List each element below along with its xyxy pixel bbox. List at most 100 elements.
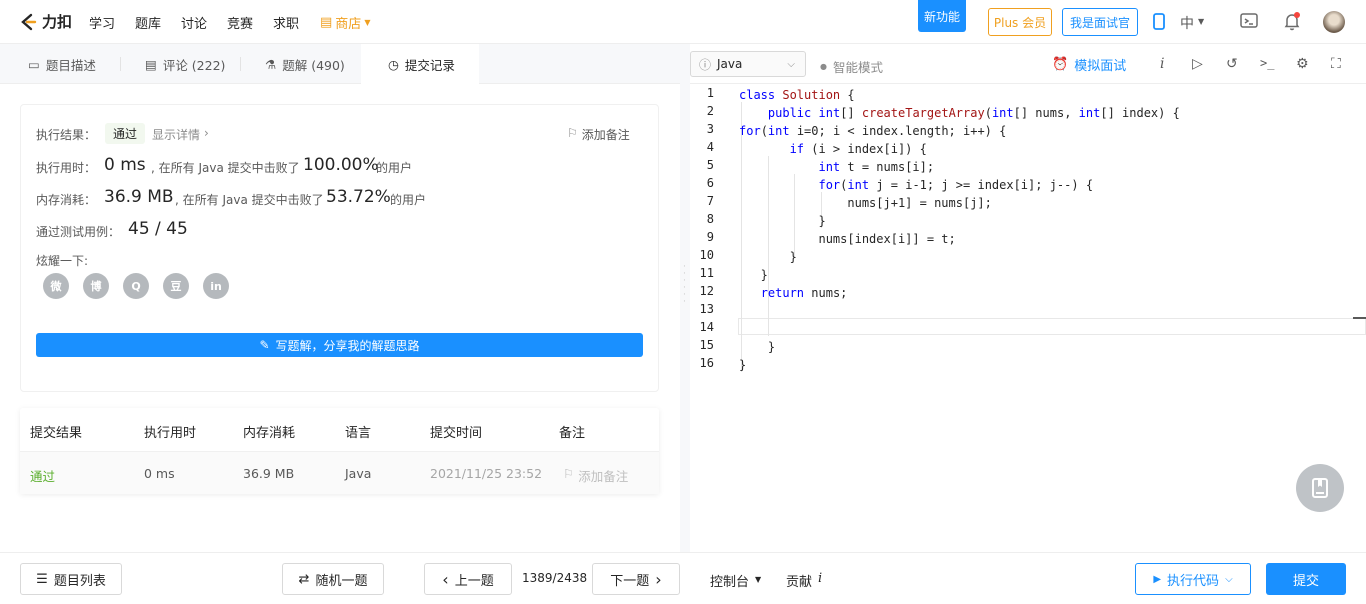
- nav-shop[interactable]: ▤ 商店 ▼: [320, 0, 370, 44]
- runtime-desc: , 在所有 Java 提交中击败了: [151, 161, 300, 175]
- write-solution-button[interactable]: ✎ 写题解，分享我的解题思路: [36, 333, 643, 357]
- problem-tabs: ▭ 题目描述 ▤ 评论 (222) ⚗ 题解 (490) ◷ 提交记录: [0, 44, 680, 84]
- language-select[interactable]: ⓘ Java ⌵: [690, 51, 806, 77]
- language-switch[interactable]: 中 ▼: [1180, 13, 1204, 33]
- line-number: 7: [706, 194, 714, 208]
- col-header-runtime: 执行用时: [144, 426, 197, 441]
- tab-divider: [240, 57, 241, 71]
- flask-icon: ⚗: [265, 56, 277, 72]
- console-icon[interactable]: >_: [1260, 56, 1274, 70]
- tab-divider: [120, 57, 121, 71]
- notes-fab-button[interactable]: [1296, 464, 1344, 512]
- fullscreen-icon[interactable]: ⛶: [1331, 56, 1341, 72]
- line-number: 3: [706, 122, 714, 136]
- code-line: }: [739, 340, 776, 354]
- smart-mode-label: 智能模式: [832, 60, 883, 75]
- line-number: 1: [706, 86, 714, 100]
- next-problem-label: 下一题: [610, 573, 650, 589]
- new-feature-badge[interactable]: 新功能: [918, 0, 966, 32]
- row-runtime: 0 ms: [144, 466, 175, 481]
- qq-icon[interactable]: Q: [123, 273, 149, 299]
- plus-member-button[interactable]: Plus 会员: [988, 8, 1052, 36]
- code-line: }: [739, 250, 797, 264]
- play-icon: ▶: [1153, 573, 1162, 585]
- tab-submissions[interactable]: ◷ 提交记录: [361, 44, 479, 84]
- row-status-link[interactable]: 通过: [30, 466, 55, 485]
- playground-icon[interactable]: [1240, 12, 1258, 34]
- chevron-down-icon: ⌵: [787, 58, 795, 70]
- nav-discuss[interactable]: 讨论: [181, 0, 207, 44]
- drag-handle-icon: · · · · · ·: [683, 262, 686, 307]
- nav-jobs[interactable]: 求职: [273, 0, 299, 44]
- random-problem-button[interactable]: ⇄ 随机一题: [282, 563, 384, 595]
- nav-learn[interactable]: 学习: [89, 0, 115, 44]
- line-number: 15: [699, 338, 714, 352]
- prev-problem-button[interactable]: ‹ 上一题: [424, 563, 512, 595]
- row-language: Java: [345, 466, 372, 481]
- flag-icon: ⚐: [567, 126, 578, 140]
- line-number: 6: [706, 176, 714, 190]
- bell-icon[interactable]: [1283, 11, 1301, 35]
- flag-icon: ⚐: [563, 466, 575, 481]
- table-row[interactable]: 通过 0 ms 36.9 MB Java 2021/11/25 23:52 ⚐ …: [20, 451, 659, 494]
- avatar[interactable]: [1323, 11, 1345, 33]
- chevron-down-icon: ▼: [1198, 17, 1205, 26]
- problem-list-button[interactable]: ☰ 题目列表: [20, 563, 122, 595]
- leetcode-logo-icon: [21, 13, 37, 30]
- chevron-down-icon: ▼: [755, 575, 762, 584]
- interviewer-button[interactable]: 我是面试官: [1062, 8, 1138, 36]
- mobile-icon[interactable]: [1153, 13, 1165, 34]
- play-outline-icon[interactable]: ▷: [1192, 56, 1203, 72]
- status-badge: 通过: [105, 123, 146, 144]
- share-label: 炫耀一下:: [36, 254, 89, 268]
- console-toggle[interactable]: 控制台 ▼: [710, 571, 761, 590]
- contribute-button[interactable]: 贡献 i: [786, 571, 822, 590]
- line-number: 12: [699, 284, 714, 298]
- split-divider[interactable]: · · · · · ·: [680, 44, 690, 552]
- runtime-value: 0 ms: [104, 155, 146, 175]
- memory-desc: , 在所有 Java 提交中击败了: [175, 193, 324, 207]
- tab-comments[interactable]: ▤ 评论 (222): [145, 44, 225, 84]
- add-note-button[interactable]: ⚐ 添加备注: [567, 126, 630, 143]
- tab-description[interactable]: ▭ 题目描述: [28, 44, 96, 84]
- chevron-left-icon: ‹: [442, 569, 449, 589]
- line-number: 4: [706, 140, 714, 154]
- submit-button[interactable]: 提交: [1266, 563, 1346, 595]
- problem-list-label: 题目列表: [53, 573, 106, 589]
- code-line: }: [739, 214, 826, 228]
- smart-mode-toggle[interactable]: ● 智能模式: [820, 57, 883, 76]
- tab-solutions-label: 题解 (490): [282, 57, 345, 73]
- col-header-language: 语言: [345, 426, 372, 441]
- run-code-button[interactable]: ▶ 执行代码 ⌵: [1135, 563, 1251, 595]
- contribute-label: 贡献: [786, 575, 813, 590]
- prev-problem-label: 上一题: [454, 573, 494, 589]
- row-add-note-button[interactable]: ⚐ 添加备注: [563, 466, 628, 485]
- code-line: return nums;: [760, 286, 848, 300]
- reset-icon[interactable]: ↺: [1226, 56, 1238, 72]
- editor-toolbar: ⓘ Java ⌵ ● 智能模式 ⏰ 模拟面试 i ▷ ↺ >_ ⚙ ⛶: [690, 44, 1366, 84]
- code-editor[interactable]: 1 2 3 4 5 6 7 8 9 10 11 12 13 14 15 16 class Solution {…: [690, 84, 1366, 552]
- next-problem-button[interactable]: 下一题 ›: [592, 563, 680, 595]
- nav-problems[interactable]: 题库: [135, 0, 161, 44]
- info-italic-icon[interactable]: i: [1160, 56, 1164, 72]
- line-number: 14: [699, 320, 714, 334]
- nav-contest[interactable]: 竞赛: [227, 0, 253, 44]
- settings-icon[interactable]: ⚙: [1296, 56, 1309, 72]
- shuffle-icon: ⇄: [298, 571, 310, 587]
- col-header-status: 提交结果: [30, 426, 83, 441]
- top-navbar: 力扣 学习 题库 讨论 竞赛 求职 ▤ 商店 ▼ 新功能 Plus 会员 我是面…: [0, 0, 1366, 44]
- weibo-icon[interactable]: 博: [83, 273, 109, 299]
- line-number: 10: [699, 248, 714, 262]
- language-select-value: Java: [717, 57, 743, 71]
- leetcode-logo[interactable]: 力扣: [18, 11, 72, 32]
- douban-icon[interactable]: 豆: [163, 273, 189, 299]
- show-details-link[interactable]: 显示详情 ›: [152, 126, 209, 143]
- tab-description-label: 题目描述: [45, 57, 96, 73]
- mock-interview-button[interactable]: ⏰ 模拟面试: [1052, 55, 1126, 74]
- tab-solutions[interactable]: ⚗ 题解 (490): [265, 44, 345, 84]
- submissions-table: 提交结果 执行用时 内存消耗 语言 提交时间 备注 通过 0 ms 36.9 M…: [20, 408, 659, 494]
- line-number: 8: [706, 212, 714, 226]
- comment-icon: ▤: [145, 56, 157, 72]
- linkedin-icon[interactable]: in: [203, 273, 229, 299]
- wechat-icon[interactable]: 微: [43, 273, 69, 299]
